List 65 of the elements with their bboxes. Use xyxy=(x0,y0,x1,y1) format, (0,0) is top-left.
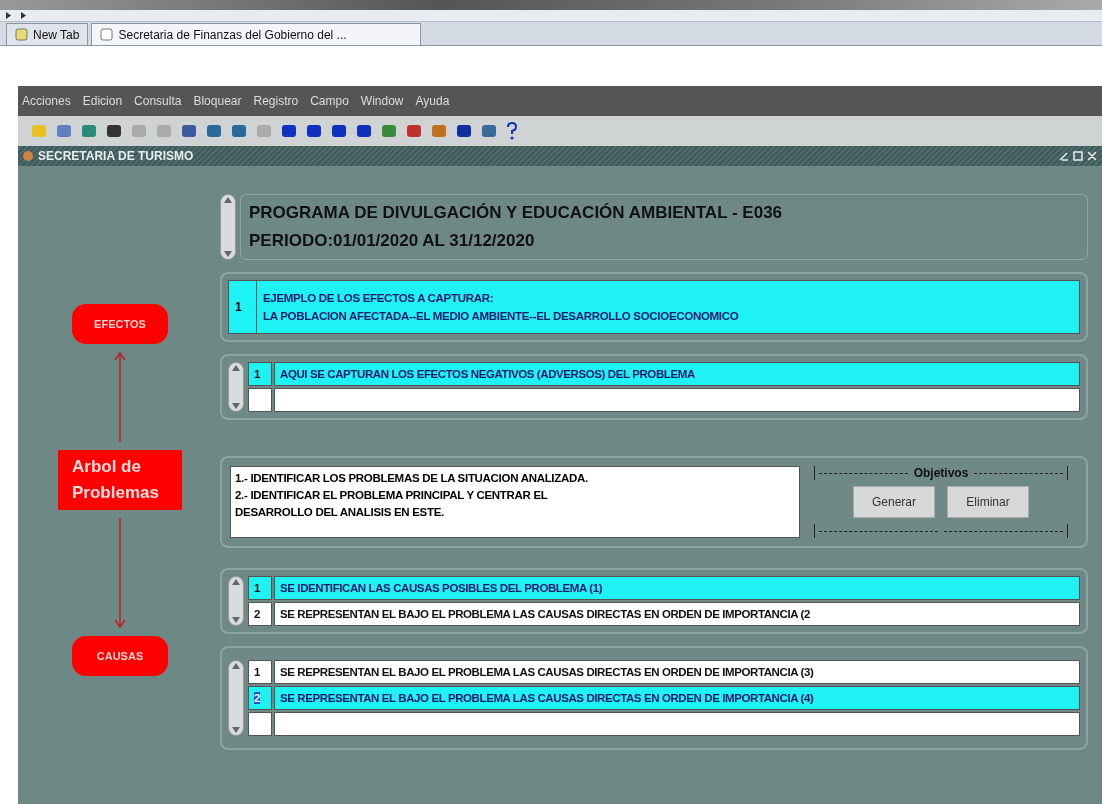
arrow-icon xyxy=(114,352,126,442)
scroll-down-icon[interactable] xyxy=(232,727,240,733)
app-icon xyxy=(22,150,34,162)
scroll-up-icon[interactable] xyxy=(232,579,240,585)
scrollbar[interactable] xyxy=(228,362,244,412)
menu-item[interactable]: Campo xyxy=(310,94,349,108)
example-text: EJEMPLO DE LOS EFECTOS A CAPTURAR: LA POBLACION AFECTADA--EL MEDIO AMBIENTE--EL DESARROLLO SOCIOECONOMICO xyxy=(262,291,740,324)
scroll-up-icon[interactable] xyxy=(232,365,240,371)
text-field[interactable]: AQUI SE CAPTURAN LOS EFECTOS NEGATIVOS (ADVERSOS) DEL PROBLEMA xyxy=(274,362,1080,386)
scrollbar[interactable] xyxy=(228,660,244,736)
scrollbar[interactable] xyxy=(220,194,236,260)
causes-label: CAUSAS xyxy=(72,636,168,676)
toolbar-icon[interactable] xyxy=(305,122,323,140)
toolbar-icon[interactable] xyxy=(105,122,123,140)
text-field[interactable]: SE REPRESENTAN EL BAJO EL PROBLEMA LAS CAUSAS DIRECTAS EN ORDEN DE IMPORTANCIA (4) xyxy=(274,686,1080,710)
text-field[interactable]: SE IDENTIFICAN LAS CAUSAS POSIBLES DEL PROBLEMA (1) xyxy=(274,576,1080,600)
menu-item[interactable]: Ayuda xyxy=(415,94,450,108)
arrow-icon xyxy=(114,518,126,628)
menu-item[interactable]: Registro xyxy=(253,94,299,108)
scroll-up-icon[interactable] xyxy=(232,663,240,669)
row-number-cell: 2 xyxy=(248,686,272,710)
menu-item[interactable]: Consulta xyxy=(134,94,182,108)
page-icon xyxy=(15,28,28,41)
browser-tab[interactable]: New Tab xyxy=(6,23,89,45)
menu-item[interactable]: Edicion xyxy=(82,94,123,108)
toolbar-icon[interactable] xyxy=(205,122,223,140)
scroll-down-icon[interactable] xyxy=(232,403,240,409)
toolbar-icon[interactable] xyxy=(230,122,248,140)
toolbar-icon[interactable] xyxy=(355,122,373,140)
scroll-up-icon[interactable] xyxy=(224,197,232,203)
text-field[interactable]: SE REPRESENTAN EL BAJO EL PROBLEMA LAS CAUSAS DIRECTAS EN ORDEN DE IMPORTANCIA (2 xyxy=(274,602,1080,626)
row-number-cell: 1 xyxy=(248,362,272,386)
tree-label: Arbol de Problemas xyxy=(58,450,182,510)
program-header: PROGRAMA DE DIVULGACIÓN Y EDUCACIÓN AMBIENTAL - E036 PERIODO:01/01/2020 AL 31/12/2020 xyxy=(240,194,1088,260)
toolbar-icon[interactable] xyxy=(330,122,348,140)
menu-item[interactable]: Acciones xyxy=(22,94,71,108)
toolbar-icon[interactable] xyxy=(455,122,473,140)
text-field[interactable] xyxy=(274,712,1080,736)
toolbar-icon[interactable] xyxy=(480,122,498,140)
browser-tab[interactable]: Secretaria de Finanzas del Gobierno del ... xyxy=(91,23,422,45)
menu-item[interactable]: Bloquear xyxy=(193,94,242,108)
group-label: Objetivos xyxy=(913,466,969,480)
help-icon[interactable] xyxy=(505,121,519,141)
arrow-icon[interactable] xyxy=(6,12,11,19)
row-number-cell: 2 xyxy=(248,602,272,626)
text-field[interactable]: SE REPRESENTAN EL BAJO EL PROBLEMA LAS CAUSAS DIRECTAS EN ORDEN DE IMPORTANCIA (3) xyxy=(274,660,1080,684)
window-controls-icon[interactable] xyxy=(1058,150,1098,162)
effects-label: EFECTOS xyxy=(72,304,168,344)
window-title: SECRETARIA DE TURISMO xyxy=(38,149,194,163)
toolbar-icon[interactable] xyxy=(180,122,198,140)
row-number-cell: 1 xyxy=(229,281,257,333)
scroll-down-icon[interactable] xyxy=(232,617,240,623)
page-icon xyxy=(100,28,114,41)
action-button[interactable]: Eliminar xyxy=(947,486,1029,518)
scrollbar[interactable] xyxy=(228,576,244,626)
toolbar-icon[interactable] xyxy=(280,122,298,140)
toolbar-icon[interactable] xyxy=(405,122,423,140)
arrow-icon[interactable] xyxy=(21,12,26,19)
scroll-down-icon[interactable] xyxy=(224,251,232,257)
menu-item[interactable]: Window xyxy=(360,94,404,108)
objectives-text: 1.- IDENTIFICAR LOS PROBLEMAS DE LA SITUACION ANALIZADA. 2.- IDENTIFICAR EL PROBLEMA PRINCIPAL Y CENTRAR EL DESARROLLO DEL ANALISIS EN ESTE. xyxy=(230,466,800,538)
text-field[interactable] xyxy=(274,388,1080,412)
row-number-cell: 1 xyxy=(248,660,272,684)
action-button[interactable]: Generar xyxy=(853,486,935,518)
row-number-cell: 1 xyxy=(248,576,272,600)
